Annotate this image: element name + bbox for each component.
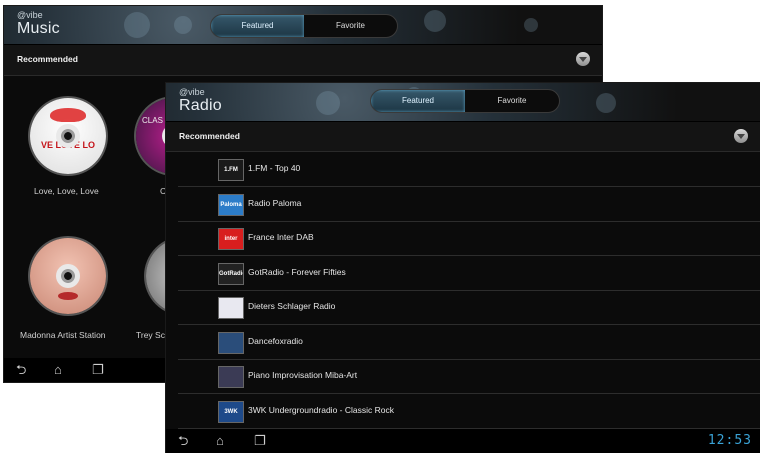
tab-featured[interactable]: Featured [371, 90, 465, 112]
music-header: @vibe Music Featured Favorite [4, 6, 602, 45]
station-name: 1.FM - Top 40 [248, 163, 301, 173]
station-name: GotRadio - Forever Fifties [248, 266, 346, 277]
system-nav-bar: ⮌ ⌂ ❐ 12:53 [166, 429, 760, 453]
album-art: VE LOVE LO [30, 98, 106, 174]
station-name: Dancefoxradio [248, 335, 303, 346]
status-clock: 12:53 [707, 433, 752, 448]
station-logo: Paloma [218, 193, 244, 216]
album-art-text: CLAS [142, 116, 163, 125]
station-row[interactable]: inter France Inter DAB [178, 221, 760, 256]
dropdown-icon[interactable] [576, 52, 590, 66]
home-icon[interactable]: ⌂ [216, 433, 224, 449]
album-art [30, 238, 106, 314]
station-logo: inter [218, 228, 244, 250]
dropdown-icon[interactable] [734, 129, 748, 143]
radio-section-header: Recommended [166, 122, 760, 152]
section-title: Recommended [179, 131, 240, 141]
tab-favorite[interactable]: Favorite [304, 15, 397, 37]
recent-apps-icon[interactable]: ❐ [92, 362, 104, 378]
music-tab-switcher: Featured Favorite [210, 14, 398, 38]
brand-tag: @vibe [179, 87, 205, 97]
album-label: Love, Love, Love [34, 186, 99, 196]
station-row[interactable]: 1.FM 1.FM - Top 40 [178, 152, 760, 187]
station-name: France Inter DAB [248, 232, 314, 242]
recent-apps-icon[interactable]: ❐ [254, 433, 266, 449]
station-row[interactable]: 3WK 3WK Undergroundradio - Classic Rock [178, 394, 760, 429]
station-logo [218, 297, 244, 319]
station-name: Dieters Schlager Radio [248, 301, 336, 311]
album-label: Madonna Artist Station [20, 330, 106, 340]
tab-featured[interactable]: Featured [211, 15, 304, 37]
station-row[interactable]: Dieters Schlager Radio [178, 290, 760, 325]
back-icon[interactable]: ⮌ [16, 362, 26, 378]
radio-header: @vibe Radio Featured Favorite [166, 83, 760, 122]
album-label: Trey Sc [136, 330, 165, 340]
station-name: Radio Paloma [248, 197, 302, 208]
music-section-header: Recommended [4, 45, 602, 76]
radio-app-window: @vibe Radio Featured Favorite Recommende… [166, 83, 760, 453]
station-logo [218, 366, 244, 388]
station-logo: 3WK [218, 400, 244, 423]
station-row[interactable]: Paloma Radio Paloma [178, 187, 760, 222]
station-row[interactable]: Dancefoxradio [178, 325, 760, 360]
home-icon[interactable]: ⌂ [54, 362, 62, 378]
station-logo: GotRadio [218, 262, 244, 285]
section-title: Recommended [17, 54, 78, 64]
page-title: Radio [179, 97, 222, 114]
station-row[interactable]: GotRadio GotRadio - Forever Fifties [178, 256, 760, 291]
station-logo [218, 331, 244, 354]
disc-hub-icon [56, 264, 80, 288]
disc-hub-icon [56, 124, 80, 148]
back-icon[interactable]: ⮌ [178, 433, 188, 449]
station-name: 3WK Undergroundradio - Classic Rock [248, 404, 394, 415]
station-name: Piano Improvisation Miba-Art [248, 370, 358, 380]
station-logo: 1.FM [218, 159, 244, 181]
brand-tag: @vibe [17, 10, 43, 20]
radio-tab-switcher: Featured Favorite [370, 89, 560, 113]
station-row[interactable]: Piano Improvisation Miba-Art [178, 359, 760, 394]
tab-favorite[interactable]: Favorite [465, 90, 559, 112]
page-title: Music [17, 20, 60, 37]
